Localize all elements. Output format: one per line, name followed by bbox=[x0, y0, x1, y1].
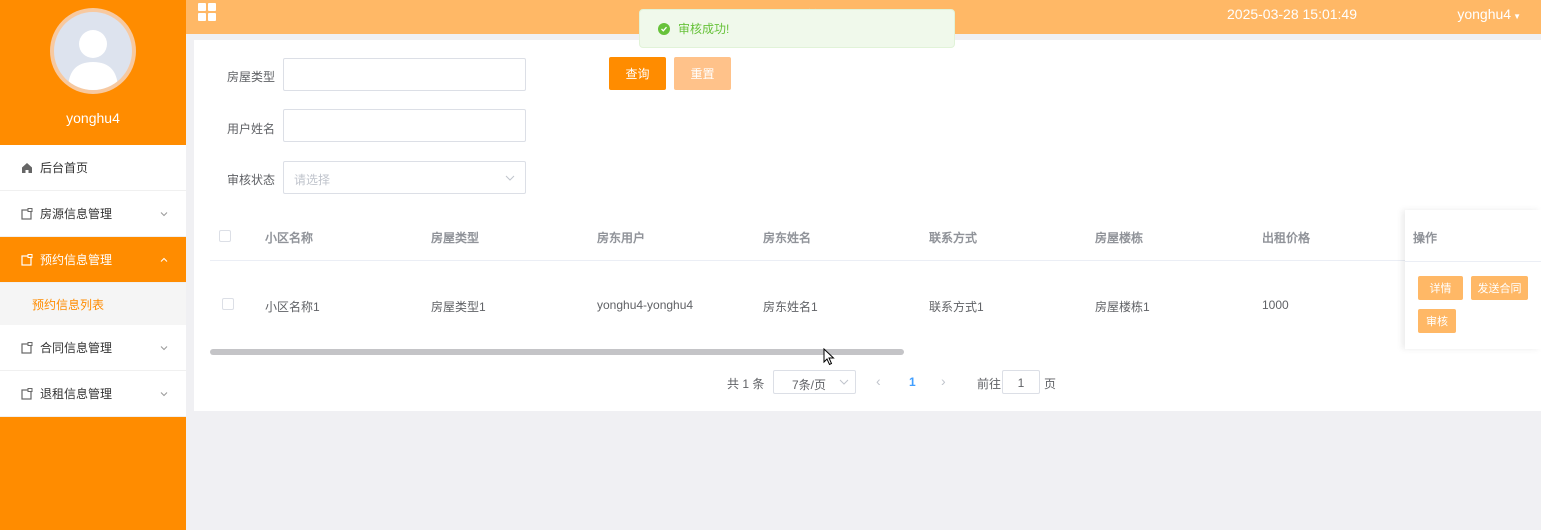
sidebar-item-home[interactable]: 后台首页 bbox=[0, 145, 186, 191]
select-placeholder: 请选择 bbox=[294, 173, 331, 187]
house-type-input[interactable] bbox=[283, 58, 526, 91]
table-header: 小区名称 房屋类型 房东用户 房东姓名 联系方式 房屋楼栋 出租价格 bbox=[210, 210, 1541, 261]
menu-doc-icon bbox=[20, 387, 34, 401]
col-landlord-user: 房东用户 bbox=[597, 231, 646, 245]
detail-button[interactable]: 详情 bbox=[1418, 276, 1463, 300]
sidebar-item-checkout-management[interactable]: 退租信息管理 bbox=[0, 371, 186, 417]
mouse-cursor-icon bbox=[823, 348, 835, 366]
user-name-label: 用户姓名 bbox=[227, 122, 276, 136]
sidebar-item-contract-management[interactable]: 合同信息管理 bbox=[0, 325, 186, 371]
current-datetime: 2025-03-28 15:01:49 bbox=[1227, 6, 1357, 22]
next-page-button[interactable]: › bbox=[941, 373, 946, 389]
col-landlord-name: 房东姓名 bbox=[763, 231, 812, 245]
reset-button[interactable]: 重置 bbox=[674, 57, 731, 90]
review-button[interactable]: 审核 bbox=[1418, 309, 1456, 333]
pagination-total: 共 1 条 bbox=[727, 377, 765, 391]
scrollbar-thumb[interactable] bbox=[210, 349, 904, 355]
house-type-label: 房屋类型 bbox=[227, 70, 276, 84]
home-icon bbox=[20, 161, 34, 175]
success-toast: 审核成功! bbox=[639, 9, 955, 48]
goto-page-input[interactable]: 1 bbox=[1002, 370, 1040, 394]
cell-house-type: 房屋类型1 bbox=[431, 300, 486, 314]
grid-menu-icon[interactable] bbox=[198, 3, 216, 21]
cell-community-name: 小区名称1 bbox=[265, 300, 320, 314]
row-checkbox[interactable] bbox=[222, 298, 234, 310]
sidebar-item-label: 合同信息管理 bbox=[40, 341, 113, 355]
cell-contact: 联系方式1 bbox=[929, 300, 984, 314]
chevron-down-icon bbox=[160, 345, 168, 350]
page-size-value: 7条/页 bbox=[792, 378, 827, 392]
sidebar-item-label: 后台首页 bbox=[40, 161, 89, 175]
send-contract-button[interactable]: 发送合同 bbox=[1471, 276, 1528, 300]
operations-column: 操作 详情 发送合同 审核 bbox=[1405, 210, 1541, 349]
user-silhouette-icon bbox=[68, 30, 118, 90]
sidebar-item-label: 退租信息管理 bbox=[40, 387, 113, 401]
toast-message: 审核成功! bbox=[678, 22, 730, 36]
content-panel: 房屋类型 查询 重置 用户姓名 审核状态 请选择 小区名称 房屋类型 房东用户 … bbox=[194, 40, 1541, 411]
user-name-input[interactable] bbox=[283, 109, 526, 142]
page-size-select[interactable]: 7条/页 bbox=[773, 370, 856, 394]
query-button[interactable]: 查询 bbox=[609, 57, 666, 90]
col-house-type: 房屋类型 bbox=[431, 231, 480, 245]
review-status-select[interactable]: 请选择 bbox=[283, 161, 526, 194]
prev-page-button[interactable]: ‹ bbox=[876, 373, 881, 389]
review-status-label: 审核状态 bbox=[227, 173, 276, 187]
sidebar-item-label: 预约信息管理 bbox=[40, 253, 113, 267]
sidebar-item-house-management[interactable]: 房源信息管理 bbox=[0, 191, 186, 237]
page-suffix-label: 页 bbox=[1044, 377, 1057, 391]
chevron-down-icon bbox=[160, 391, 168, 396]
select-all-checkbox[interactable] bbox=[219, 230, 231, 242]
sidebar-menu: 后台首页 房源信息管理 预约信息管理 预约信息列表 合同信息管理 退租信息管理 bbox=[0, 145, 186, 417]
cell-landlord-name: 房东姓名1 bbox=[763, 300, 818, 314]
col-community-name: 小区名称 bbox=[265, 231, 314, 245]
chevron-down-icon bbox=[839, 379, 849, 385]
sidebar: yonghu4 后台首页 房源信息管理 预约信息管理 预约信息列表 合同信息管理… bbox=[0, 0, 186, 530]
check-circle-icon bbox=[658, 22, 670, 35]
chevron-down-icon bbox=[505, 175, 515, 181]
col-contact: 联系方式 bbox=[929, 231, 978, 245]
col-operations: 操作 bbox=[1413, 231, 1438, 245]
current-page-number[interactable]: 1 bbox=[909, 375, 916, 389]
cell-landlord-user: yonghu4-yonghu4 bbox=[597, 298, 694, 312]
caret-down-icon: ▼ bbox=[1513, 12, 1521, 21]
sidebar-item-booking-management[interactable]: 预约信息管理 bbox=[0, 237, 186, 283]
table-row: 小区名称1 房屋类型1 yonghu4-yonghu4 房东姓名1 联系方式1 … bbox=[210, 261, 1541, 349]
menu-doc-icon bbox=[20, 207, 34, 221]
chevron-down-icon bbox=[160, 211, 168, 216]
goto-label: 前往 bbox=[977, 377, 1002, 391]
menu-doc-icon bbox=[20, 341, 34, 355]
chevron-up-icon bbox=[160, 257, 168, 262]
profile-section: yonghu4 bbox=[0, 0, 186, 145]
col-rent-price: 出租价格 bbox=[1262, 231, 1311, 245]
profile-username: yonghu4 bbox=[66, 110, 120, 126]
sidebar-subitem-booking-list[interactable]: 预约信息列表 bbox=[0, 283, 186, 325]
sidebar-item-label: 房源信息管理 bbox=[40, 207, 113, 221]
menu-doc-icon bbox=[20, 253, 34, 267]
user-name: yonghu4 bbox=[1457, 6, 1512, 22]
avatar[interactable] bbox=[50, 8, 136, 94]
table-scrollbar[interactable] bbox=[210, 349, 1541, 355]
col-building: 房屋楼栋 bbox=[1095, 231, 1144, 245]
user-dropdown[interactable]: yonghu4 ▼ bbox=[1457, 6, 1521, 22]
cell-building: 房屋楼栋1 bbox=[1095, 300, 1150, 314]
cell-rent-price: 1000 bbox=[1262, 298, 1289, 312]
